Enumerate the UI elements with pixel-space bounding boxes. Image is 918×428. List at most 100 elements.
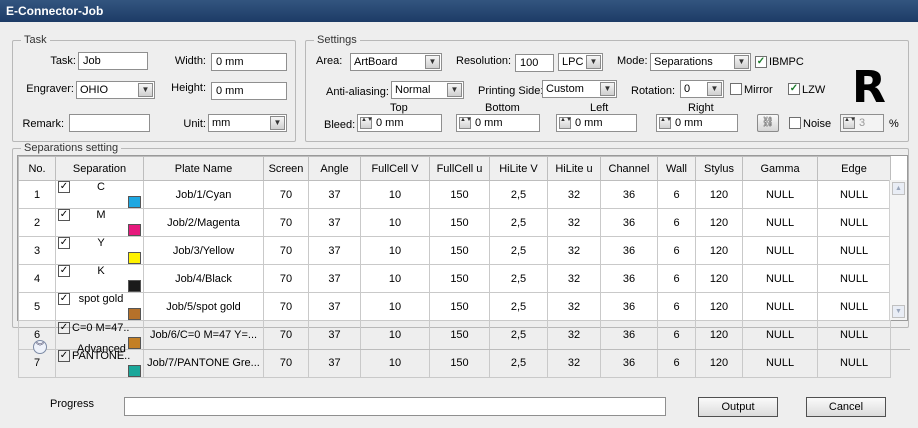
unit-select[interactable]: mm ▼ (208, 114, 287, 132)
fullcell-v-cell[interactable]: 10 (360, 208, 430, 238)
fullcell-v-cell[interactable]: 10 (360, 264, 430, 294)
wall-cell[interactable]: 6 (657, 236, 696, 266)
edge-cell[interactable]: NULL (817, 208, 891, 238)
area-select[interactable]: ArtBoard ▼ (350, 53, 442, 71)
separation-checkbox[interactable]: ✓ (58, 293, 70, 306)
resolution-input[interactable]: 100 (515, 54, 554, 72)
screen-cell[interactable]: 70 (263, 292, 309, 322)
expand-advanced-icon[interactable]: ︾ (33, 340, 47, 354)
hilite-u-cell[interactable]: 32 (547, 292, 601, 322)
column-header-fullcell-v[interactable]: FullCell V (360, 156, 430, 181)
column-header-fullcell-u[interactable]: FullCell u (429, 156, 490, 181)
hilite-v-cell[interactable]: 2,5 (489, 264, 548, 294)
antialiasing-select[interactable]: Normal ▼ (391, 81, 464, 99)
spinner-arrows-icon[interactable]: ▲▼ (843, 117, 856, 129)
fullcell-u-cell[interactable]: 150 (429, 208, 490, 238)
width-input[interactable]: 0 mm (211, 53, 287, 71)
channel-cell[interactable]: 36 (600, 179, 658, 210)
column-header-hilite-v[interactable]: HiLite V (489, 156, 548, 181)
noise-checkbox[interactable] (789, 117, 801, 129)
channel-cell[interactable]: 36 (600, 264, 658, 294)
channel-cell[interactable]: 36 (600, 320, 658, 350)
fullcell-v-cell[interactable]: 10 (360, 292, 430, 322)
wall-cell[interactable]: 6 (657, 179, 696, 210)
height-input[interactable]: 0 mm (211, 82, 287, 100)
edge-cell[interactable]: NULL (817, 320, 891, 350)
column-header-angle[interactable]: Angle (308, 156, 361, 181)
angle-cell[interactable]: 37 (308, 320, 361, 350)
color-swatch[interactable] (128, 364, 141, 377)
hilite-u-cell[interactable]: 32 (547, 348, 601, 378)
stylus-cell[interactable]: 120 (695, 208, 743, 238)
screen-cell[interactable]: 70 (263, 348, 309, 378)
separation-cell[interactable]: ✓ spot gold (55, 292, 144, 322)
cancel-button[interactable]: Cancel (806, 397, 886, 417)
gamma-cell[interactable]: NULL (742, 292, 818, 322)
screen-cell[interactable]: 70 (263, 264, 309, 294)
gamma-cell[interactable]: NULL (742, 320, 818, 350)
scroll-down-icon[interactable]: ▼ (892, 305, 905, 318)
separation-checkbox[interactable]: ✓ (58, 209, 70, 222)
color-swatch[interactable] (128, 224, 141, 236)
plate-name-cell[interactable]: Job/6/C=0 M=47 Y=... (143, 320, 264, 350)
hilite-u-cell[interactable]: 32 (547, 236, 601, 266)
spinner-arrows-icon[interactable]: ▲▼ (459, 117, 472, 129)
hilite-u-cell[interactable]: 32 (547, 264, 601, 294)
column-header-plate-name[interactable]: Plate Name (143, 156, 264, 181)
remark-input[interactable] (69, 114, 150, 132)
separation-cell[interactable]: ✓ M (55, 208, 144, 238)
fullcell-u-cell[interactable]: 150 (429, 348, 490, 378)
wall-cell[interactable]: 6 (657, 208, 696, 238)
plate-name-cell[interactable]: Job/5/spot gold (143, 292, 264, 322)
gamma-cell[interactable]: NULL (742, 179, 818, 210)
spinner-arrows-icon[interactable]: ▲▼ (559, 117, 572, 129)
wall-cell[interactable]: 6 (657, 320, 696, 350)
fullcell-u-cell[interactable]: 150 (429, 292, 490, 322)
resolution-unit-select[interactable]: LPC ▼ (558, 53, 603, 71)
bleed-left-spinner[interactable]: ▲▼ 0 mm (556, 114, 637, 132)
angle-cell[interactable]: 37 (308, 292, 361, 322)
table-row[interactable]: 6 ✓ C=0 M=47... Job/6/C=0 M=47 Y=... 70 37 10 1… (18, 320, 891, 350)
table-row[interactable]: 4 ✓ K Job/4/Black 70 37 10 150 2,5 32 36 6 120 NULL NU… (18, 264, 891, 294)
wall-cell[interactable]: 6 (657, 348, 696, 378)
noise-spinner[interactable]: ▲▼ 3 (840, 114, 884, 132)
edge-cell[interactable]: NULL (817, 179, 891, 210)
column-header-channel[interactable]: Channel (600, 156, 658, 181)
column-header-stylus[interactable]: Stylus (695, 156, 743, 181)
column-header-hilite-u[interactable]: HiLite u (547, 156, 601, 181)
bleed-right-spinner[interactable]: ▲▼ 0 mm (656, 114, 738, 132)
color-swatch[interactable] (128, 308, 141, 320)
plate-name-cell[interactable]: Job/1/Cyan (143, 179, 264, 210)
color-swatch[interactable] (128, 336, 141, 349)
stylus-cell[interactable]: 120 (695, 264, 743, 294)
fullcell-u-cell[interactable]: 150 (429, 320, 490, 350)
vertical-scrollbar[interactable]: ▲ ▼ (889, 180, 907, 320)
hilite-v-cell[interactable]: 2,5 (489, 208, 548, 238)
separation-cell[interactable]: ✓ Y (55, 236, 144, 266)
stylus-cell[interactable]: 120 (695, 236, 743, 266)
column-header-separation[interactable]: Separation (55, 156, 144, 181)
fullcell-v-cell[interactable]: 10 (360, 348, 430, 378)
edge-cell[interactable]: NULL (817, 264, 891, 294)
separation-checkbox[interactable]: ✓ (58, 350, 70, 362)
stylus-cell[interactable]: 120 (695, 348, 743, 378)
hilite-u-cell[interactable]: 32 (547, 320, 601, 350)
fullcell-u-cell[interactable]: 150 (429, 264, 490, 294)
plate-name-cell[interactable]: Job/3/Yellow (143, 236, 264, 266)
ibmpc-checkbox[interactable]: ✓ (755, 56, 767, 68)
gamma-cell[interactable]: NULL (742, 264, 818, 294)
hilite-v-cell[interactable]: 2,5 (489, 179, 548, 210)
wall-cell[interactable]: 6 (657, 292, 696, 322)
gamma-cell[interactable]: NULL (742, 236, 818, 266)
plate-name-cell[interactable]: Job/2/Magenta (143, 208, 264, 238)
edge-cell[interactable]: NULL (817, 292, 891, 322)
color-swatch[interactable] (128, 280, 141, 292)
mirror-checkbox[interactable] (730, 83, 742, 95)
fullcell-v-cell[interactable]: 10 (360, 236, 430, 266)
channel-cell[interactable]: 36 (600, 292, 658, 322)
angle-cell[interactable]: 37 (308, 208, 361, 238)
link-bleed-icon[interactable]: ⛓ (757, 114, 779, 132)
separation-cell[interactable]: ✓ K (55, 264, 144, 294)
screen-cell[interactable]: 70 (263, 236, 309, 266)
output-button[interactable]: Output (698, 397, 778, 417)
